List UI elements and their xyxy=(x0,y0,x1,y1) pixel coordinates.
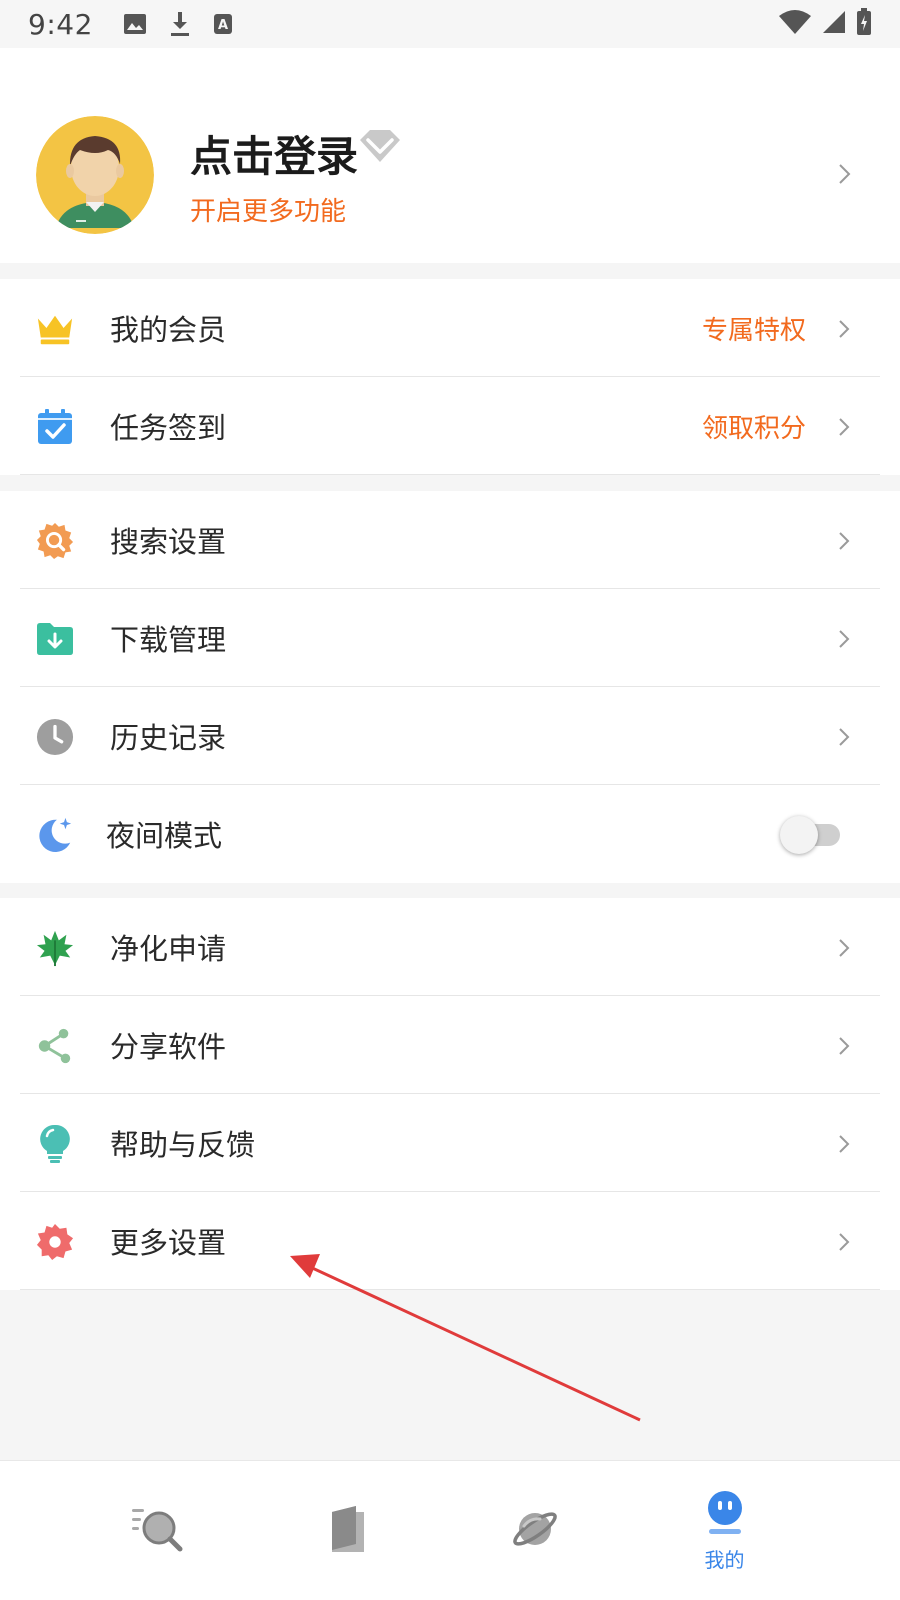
svg-text:A: A xyxy=(218,18,228,33)
vip-diamond-icon xyxy=(358,128,402,168)
menu-item-label: 更多设置 xyxy=(110,1226,227,1260)
menu-item-checkin[interactable]: 任务签到 领取积分 xyxy=(0,377,900,475)
menu-item-label: 帮助与反馈 xyxy=(110,1128,256,1162)
download-folder-icon xyxy=(36,620,74,658)
chevron-right-icon xyxy=(838,1232,850,1256)
crown-icon xyxy=(36,310,74,348)
menu-item-download-manager[interactable]: 下载管理 xyxy=(0,589,900,687)
image-icon xyxy=(123,13,147,35)
menu-item-label: 夜间模式 xyxy=(106,819,223,853)
menu-item-search-settings[interactable]: 搜索设置 xyxy=(0,491,900,589)
menu-item-hint: 专属特权 xyxy=(701,315,806,346)
menu-item-purify-request[interactable]: 净化申请 xyxy=(0,898,900,996)
menu-group-settings: 搜索设置 下载管理 历史记录 夜间模式 xyxy=(0,491,900,883)
mine-tab-icon xyxy=(705,1490,745,1540)
share-icon xyxy=(36,1027,74,1065)
tab-mine[interactable]: 我的 xyxy=(612,1461,837,1600)
tab-label-mine: 我的 xyxy=(704,1547,745,1572)
gear-icon xyxy=(36,1223,74,1261)
calendar-check-icon xyxy=(36,408,74,446)
menu-item-history[interactable]: 历史记录 xyxy=(0,687,900,785)
menu-item-share-app[interactable]: 分享软件 xyxy=(0,996,900,1094)
menu-item-label: 下载管理 xyxy=(110,623,227,657)
chevron-right-icon xyxy=(838,727,850,751)
chevron-right-icon xyxy=(838,1036,850,1060)
menu-item-label: 搜索设置 xyxy=(110,525,227,559)
night-mode-toggle[interactable] xyxy=(780,816,840,854)
login-title[interactable]: 点击登录 xyxy=(190,123,358,184)
chevron-right-icon xyxy=(838,629,850,653)
menu-group-member: 我的会员 专属特权 任务签到 领取积分 xyxy=(0,279,900,475)
status-bar: 9:42 A xyxy=(0,0,900,48)
search-tab-icon xyxy=(130,1505,186,1557)
chevron-right-icon xyxy=(838,163,852,189)
planet-icon xyxy=(510,1504,560,1558)
clock-icon xyxy=(36,718,74,756)
chevron-right-icon xyxy=(838,531,850,555)
leaf-icon xyxy=(36,929,74,967)
profile-header[interactable]: 点击登录 开启更多功能 xyxy=(0,48,900,263)
menu-item-label: 分享软件 xyxy=(110,1030,227,1064)
lightbulb-icon xyxy=(36,1124,74,1163)
chevron-right-icon xyxy=(838,319,850,343)
menu-item-help-feedback[interactable]: 帮助与反馈 xyxy=(0,1094,900,1192)
download-icon xyxy=(169,11,191,37)
bottom-tab-bar: 我的 xyxy=(0,1460,900,1600)
signal-icon xyxy=(822,10,846,38)
chevron-right-icon xyxy=(838,1134,850,1158)
menu-item-night-mode: 夜间模式 xyxy=(0,785,900,883)
wifi-icon xyxy=(778,10,812,38)
menu-item-label: 净化申请 xyxy=(110,932,227,966)
menu-item-hint: 领取积分 xyxy=(701,413,806,444)
menu-item-label: 任务签到 xyxy=(110,411,227,445)
book-icon xyxy=(324,1504,372,1558)
login-subtitle: 开启更多功能 xyxy=(190,197,347,227)
menu-item-more-settings[interactable]: 更多设置 xyxy=(0,1192,900,1290)
menu-item-label: 历史记录 xyxy=(110,721,227,755)
battery-icon xyxy=(856,8,872,40)
status-time: 9:42 xyxy=(28,7,93,41)
chevron-right-icon xyxy=(838,938,850,962)
chevron-right-icon xyxy=(838,417,850,441)
search-gear-icon xyxy=(36,522,74,560)
menu-group-other: 净化申请 分享软件 帮助与反馈 更多设置 xyxy=(0,898,900,1290)
moon-icon xyxy=(36,816,74,854)
menu-item-membership[interactable]: 我的会员 专属特权 xyxy=(0,279,900,377)
menu-item-label: 我的会员 xyxy=(110,313,227,347)
text-app-icon: A xyxy=(213,13,233,35)
avatar[interactable] xyxy=(36,116,154,234)
